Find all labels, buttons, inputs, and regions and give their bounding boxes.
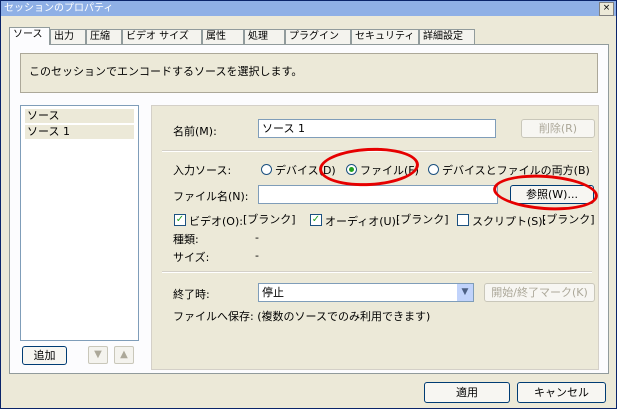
video-checkbox[interactable]: ✓: [174, 214, 186, 226]
size-value: -: [255, 249, 259, 262]
window-title: セッションのプロパティ: [4, 3, 114, 14]
tab-source[interactable]: ソース: [9, 27, 50, 45]
tab-processing[interactable]: 処理: [244, 29, 285, 44]
tab-output[interactable]: 出力: [50, 29, 86, 44]
tab-description: このセッションでエンコードするソースを選択します。: [20, 53, 598, 93]
type-label: 種類:: [173, 233, 199, 246]
source-tab-panel: このセッションでエンコードするソースを選択します。 ソース ソース 1 追加 ▼…: [9, 44, 609, 374]
script-label: スクリプト(S):: [472, 215, 547, 228]
add-button[interactable]: 追加: [22, 346, 67, 365]
save-to-file-text: ファイルへ保存: (複数のソースでのみ利用できます): [173, 310, 431, 323]
name-field[interactable]: ソース 1: [258, 119, 496, 138]
tab-security[interactable]: セキュリティ: [351, 29, 419, 44]
script-checkbox[interactable]: [457, 214, 469, 226]
script-value: [ブランク]: [542, 213, 595, 226]
file-name-label: ファイル名(N):: [173, 190, 249, 203]
audio-value: [ブランク]: [396, 213, 449, 226]
cancel-button[interactable]: キャンセル: [517, 382, 606, 403]
device-radio[interactable]: [261, 164, 272, 175]
tab-video-size[interactable]: ビデオ サイズ: [122, 29, 202, 44]
tab-advanced[interactable]: 詳細設定: [419, 29, 475, 44]
video-value: [ブランク]: [243, 213, 296, 226]
delete-button[interactable]: 削除(R): [521, 119, 595, 138]
size-label: サイズ:: [173, 251, 210, 264]
name-label: 名前(M):: [173, 125, 217, 138]
file-name-field[interactable]: [258, 185, 498, 204]
end-action-select[interactable]: 停止 ▼: [258, 283, 474, 302]
move-up-button[interactable]: ▲: [114, 346, 134, 364]
device-and-file-radio[interactable]: [428, 164, 439, 175]
apply-button[interactable]: 適用: [424, 382, 510, 403]
file-radio[interactable]: [346, 164, 357, 175]
mark-in-out-button[interactable]: 開始/終了マーク(K): [484, 283, 595, 302]
source-list-header: ソース: [25, 109, 134, 123]
audio-checkbox[interactable]: ✓: [310, 214, 322, 226]
tab-compression[interactable]: 圧縮: [86, 29, 122, 44]
title-bar: セッションのプロパティ ×: [1, 1, 616, 16]
list-item[interactable]: ソース 1: [25, 125, 134, 139]
source-properties-group: 名前(M): ソース 1 削除(R) 入力ソース: デバイス(D) ファイル(F…: [151, 105, 599, 370]
tab-attributes[interactable]: 属性: [202, 29, 244, 44]
input-source-label: 入力ソース:: [173, 164, 232, 177]
device-option-label: デバイス(D): [275, 164, 336, 177]
end-action-value: 停止: [262, 286, 284, 299]
video-label: ビデオ(O):: [189, 215, 243, 228]
browse-button[interactable]: 参照(W)...: [510, 185, 594, 204]
move-down-button[interactable]: ▼: [88, 346, 108, 364]
close-button[interactable]: ×: [599, 2, 614, 16]
type-value: -: [255, 231, 259, 244]
end-label: 終了時:: [173, 288, 210, 301]
separator: [162, 150, 592, 152]
device-and-file-option-label: デバイスとファイルの両方(B): [442, 164, 590, 177]
chevron-down-icon[interactable]: ▼: [457, 284, 473, 301]
tab-plugins[interactable]: プラグイン: [285, 29, 351, 44]
source-list[interactable]: ソース ソース 1: [20, 105, 139, 341]
file-option-label: ファイル(F): [360, 164, 419, 177]
audio-label: オーディオ(U):: [325, 215, 400, 228]
separator: [162, 271, 592, 273]
properties-dialog: セッションのプロパティ × ソース 出力 圧縮 ビデオ サイズ 属性 処理 プラ…: [0, 0, 617, 409]
